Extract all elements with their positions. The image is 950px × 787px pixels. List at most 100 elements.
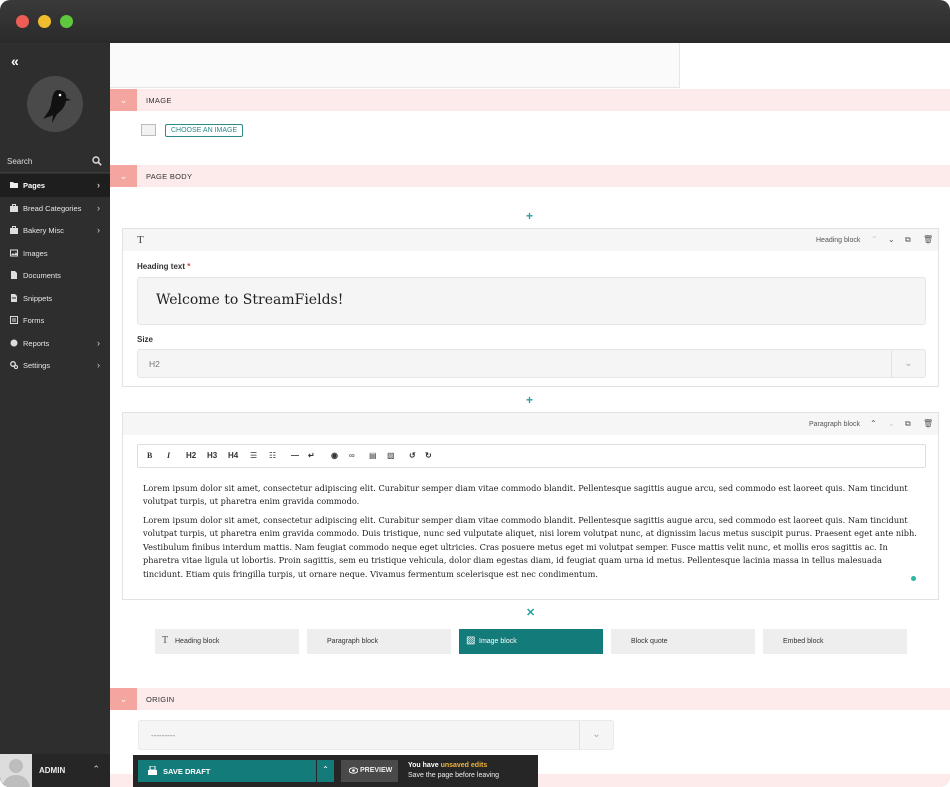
block-header: Paragraph block ⌃ ⌄ ⧉ 🗑 xyxy=(123,413,938,435)
block-type-label: Heading block xyxy=(816,237,861,244)
collapse-section-icon[interactable]: ⌄ xyxy=(110,165,137,187)
duplicate-icon[interactable]: ⧉ xyxy=(905,235,911,245)
chooser-embed-block[interactable]: Embed block xyxy=(763,629,907,654)
bird-icon xyxy=(43,90,71,123)
save-draft-label: SAVE DRAFT xyxy=(163,767,211,776)
size-select-value: H2 xyxy=(149,359,160,369)
sidebar-item-bread-categories[interactable]: Bread Categories › xyxy=(0,197,110,220)
title-bar xyxy=(0,0,950,43)
chooser-label: Heading block xyxy=(175,638,220,645)
sidebar-item-reports[interactable]: Reports › xyxy=(0,332,110,355)
sidebar-item-label: Settings xyxy=(23,361,51,370)
link-icon[interactable]: ∞ xyxy=(349,451,355,460)
sidebar-item-label: Documents xyxy=(23,271,61,280)
duplicate-icon[interactable]: ⧉ xyxy=(905,419,911,429)
sidebar-item-bakery-misc[interactable]: Bakery Misc › xyxy=(0,219,110,242)
line-break-icon[interactable]: ↵ xyxy=(308,451,315,460)
paragraph-text[interactable]: Lorem ipsum dolor sit amet, consectetur … xyxy=(143,514,921,581)
heading-block-icon: T xyxy=(137,234,144,246)
chooser-heading-block[interactable]: T Heading block xyxy=(155,629,299,654)
chevron-up-icon[interactable]: ⌃ xyxy=(92,764,100,775)
origin-select[interactable]: --------- ⌄ xyxy=(138,720,614,750)
horizontal-rule-icon[interactable]: — xyxy=(291,451,299,460)
paragraph-text[interactable]: Lorem ipsum dolor sit amet, consectetur … xyxy=(143,482,921,509)
sidebar-item-documents[interactable]: Documents xyxy=(0,264,110,287)
section-title: IMAGE xyxy=(146,96,172,105)
wagtail-logo[interactable] xyxy=(27,76,83,132)
account-menu[interactable]: ADMIN ⌃ xyxy=(0,754,110,787)
bulleted-list-icon[interactable]: ☷ xyxy=(269,451,276,460)
sidebar-item-snippets[interactable]: Snippets xyxy=(0,287,110,310)
close-chooser-icon[interactable]: ✕ xyxy=(526,606,535,619)
sidebar-item-label: Forms xyxy=(23,316,45,325)
block-type-label: Paragraph block xyxy=(809,421,860,428)
status-dot xyxy=(911,576,916,581)
sidebar-search[interactable]: Search xyxy=(0,151,110,173)
page-editor: ⌄ IMAGE CHOOSE AN IMAGE ⌄ PAGE BODY + T … xyxy=(110,43,950,787)
size-select[interactable]: H2 ⌄ xyxy=(137,349,926,378)
sidebar-item-images[interactable]: Images xyxy=(0,242,110,265)
h4-button[interactable]: H4 xyxy=(228,451,238,460)
section-header-origin: ⌄ ORIGIN xyxy=(110,688,950,710)
close-window-button[interactable] xyxy=(16,15,29,28)
origin-select-value: --------- xyxy=(151,731,175,740)
sidebar-item-label: Images xyxy=(23,248,48,258)
chevron-right-icon: › xyxy=(97,225,100,235)
chooser-image-block[interactable]: ▨ Image block xyxy=(459,629,603,654)
undo-icon[interactable]: ↺ xyxy=(409,451,416,460)
sidebar-item-label: Reports xyxy=(23,338,50,348)
h2-button[interactable]: H2 xyxy=(186,451,196,460)
sidebar-item-forms[interactable]: Forms xyxy=(0,309,110,332)
rich-text-toolbar: B I H2 H3 H4 ☰ ☷ — ↵ ◉ ∞ ▤ ▨ ↺ ↻ xyxy=(137,444,926,468)
sidebar-item-pages[interactable]: Pages › xyxy=(0,174,110,197)
choose-image-button[interactable]: CHOOSE AN IMAGE xyxy=(165,124,244,137)
section-header-page-body: ⌄ PAGE BODY xyxy=(110,165,950,187)
heading-block: T Heading block ⌃ ⌄ ⧉ 🗑 Heading text * W… xyxy=(122,228,939,387)
sidebar-menu: Pages › Bread Categories › Bakery Misc ›… xyxy=(0,174,110,377)
italic-button[interactable]: I xyxy=(167,451,170,460)
ordered-list-icon[interactable]: ☰ xyxy=(250,451,257,460)
chooser-label: Block quote xyxy=(631,638,668,645)
preview-button[interactable]: PREVIEW xyxy=(341,760,398,782)
sidebar-item-label: Pages xyxy=(23,181,46,190)
move-up-icon[interactable]: ⌃ xyxy=(870,419,877,428)
draft-icon xyxy=(148,766,157,775)
move-down-icon[interactable]: ⌄ xyxy=(888,419,895,428)
add-block-icon[interactable]: + xyxy=(526,209,533,223)
more-actions-button[interactable]: ⌃ xyxy=(317,760,334,782)
chevron-right-icon: › xyxy=(97,337,100,348)
delete-icon[interactable]: 🗑 xyxy=(923,419,933,428)
chooser-label: Paragraph block xyxy=(327,638,378,645)
move-down-icon[interactable]: ⌄ xyxy=(888,235,895,244)
h3-button[interactable]: H3 xyxy=(207,451,217,460)
document-icon xyxy=(11,271,17,279)
chevron-down-icon: ⌄ xyxy=(579,721,613,749)
chooser-paragraph-block[interactable]: Paragraph block xyxy=(307,629,451,654)
move-up-icon[interactable]: ⌃ xyxy=(871,235,878,244)
sidebar-item-settings[interactable]: Settings › xyxy=(0,354,110,377)
save-draft-button[interactable]: SAVE DRAFT xyxy=(138,760,316,782)
heading-text-input[interactable]: Welcome to StreamFields! xyxy=(137,277,926,325)
embed-icon[interactable]: ◉ xyxy=(331,451,338,460)
collapse-sidebar-icon[interactable]: « xyxy=(11,53,19,69)
heading-text-value: Welcome to StreamFields! xyxy=(156,292,344,308)
suitcase-icon xyxy=(10,203,18,212)
chooser-block-quote[interactable]: Block quote xyxy=(611,629,755,654)
image-placeholder-icon xyxy=(141,124,156,136)
insert-image-icon[interactable]: ▨ xyxy=(387,451,395,460)
add-block-icon[interactable]: + xyxy=(526,393,533,407)
search-icon[interactable] xyxy=(92,156,102,166)
account-name: ADMIN xyxy=(39,766,66,775)
block-header: T Heading block ⌃ ⌄ ⧉ 🗑 xyxy=(123,229,938,251)
bold-button[interactable]: B xyxy=(147,451,152,460)
form-icon xyxy=(10,316,18,324)
delete-icon[interactable]: 🗑 xyxy=(923,235,933,244)
textarea-field[interactable] xyxy=(110,43,680,88)
maximize-window-button[interactable] xyxy=(60,15,73,28)
paragraph-block: Paragraph block ⌃ ⌄ ⧉ 🗑 B I H2 H3 H4 ☰ ☷… xyxy=(122,412,939,600)
collapse-section-icon[interactable]: ⌄ xyxy=(110,89,137,111)
minimize-window-button[interactable] xyxy=(38,15,51,28)
redo-icon[interactable]: ↻ xyxy=(425,451,432,460)
collapse-section-icon[interactable]: ⌄ xyxy=(110,688,137,710)
document-link-icon[interactable]: ▤ xyxy=(369,451,377,460)
